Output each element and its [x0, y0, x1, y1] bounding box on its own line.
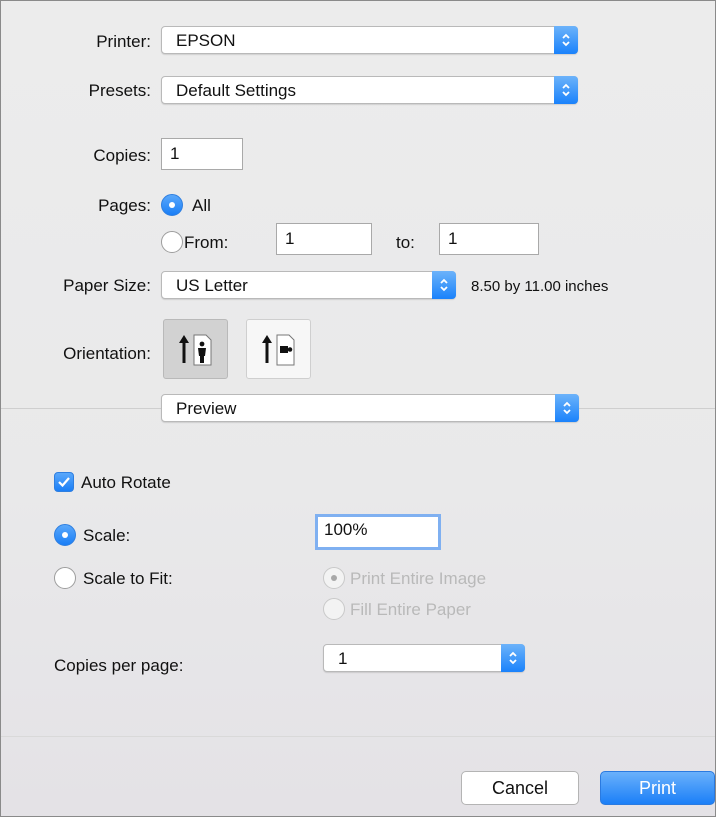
auto-rotate-checkbox[interactable]	[54, 472, 74, 492]
scale-radio[interactable]	[54, 524, 76, 546]
scale-field[interactable]: 100%	[315, 514, 441, 550]
scale-label: Scale:	[83, 526, 131, 545]
presets-popup[interactable]: Default Settings	[161, 76, 578, 104]
print-dialog: Printer: EPSON Presets: Default Settings…	[0, 0, 716, 817]
section-popup-value: Preview	[176, 399, 237, 418]
popup-arrows-icon	[501, 644, 525, 672]
paper-size-popup[interactable]: US Letter	[161, 271, 456, 299]
popup-arrows-icon	[555, 394, 579, 422]
pages-from-field[interactable]: 1	[276, 223, 372, 255]
fill-entire-paper-radio	[323, 598, 345, 620]
copies-label: Copies:	[93, 146, 151, 165]
paper-size-label: Paper Size:	[63, 276, 151, 295]
printer-value: EPSON	[176, 31, 236, 50]
popup-arrows-icon	[554, 76, 578, 104]
paper-size-value: US Letter	[176, 276, 248, 295]
pages-all-radio[interactable]	[161, 194, 183, 216]
auto-rotate-label: Auto Rotate	[81, 473, 171, 492]
copies-per-page-value: 1	[338, 649, 348, 668]
presets-value: Default Settings	[176, 81, 297, 100]
presets-label: Presets:	[88, 81, 151, 100]
footer-divider	[1, 736, 715, 737]
cancel-button[interactable]: Cancel	[461, 771, 579, 805]
paper-dimensions: 8.50 by 11.00 inches	[471, 278, 609, 295]
print-entire-image-radio	[323, 567, 345, 589]
landscape-icon	[261, 334, 294, 366]
fill-entire-paper-label: Fill Entire Paper	[350, 600, 471, 619]
scale-to-fit-radio[interactable]	[54, 567, 76, 589]
pages-to-label: to:	[396, 233, 415, 252]
pages-all-label: All	[192, 196, 211, 215]
portrait-icon	[178, 334, 211, 366]
pages-from-label: From:	[184, 233, 229, 252]
orientation-landscape-button[interactable]	[246, 319, 311, 379]
copies-field[interactable]: 1	[161, 138, 243, 170]
checkmark-icon	[58, 477, 70, 488]
section-popup[interactable]: Preview	[161, 394, 579, 422]
pages-label: Pages:	[98, 196, 151, 215]
pages-from-radio[interactable]	[161, 231, 183, 253]
pages-to-field[interactable]: 1	[439, 223, 539, 255]
scale-to-fit-label: Scale to Fit:	[83, 569, 173, 588]
popup-arrows-icon	[432, 271, 456, 299]
orientation-portrait-button[interactable]	[163, 319, 228, 379]
print-button[interactable]: Print	[600, 771, 715, 805]
printer-label: Printer:	[96, 32, 151, 51]
copies-per-page-label: Copies per page:	[54, 656, 184, 675]
print-entire-image-label: Print Entire Image	[350, 569, 487, 588]
copies-per-page-popup[interactable]: 1	[323, 644, 525, 672]
printer-popup[interactable]: EPSON	[161, 26, 578, 54]
orientation-label: Orientation:	[63, 344, 151, 363]
popup-arrows-icon	[554, 26, 578, 54]
